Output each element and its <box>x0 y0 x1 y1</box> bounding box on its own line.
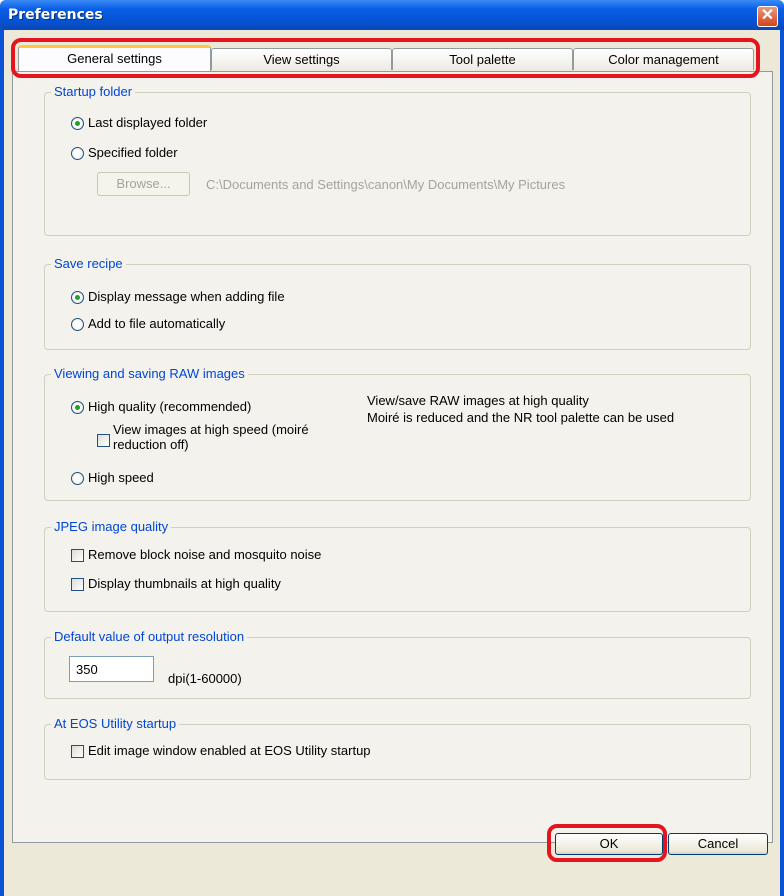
preferences-window: Preferences ✕ General settings View sett… <box>0 0 784 896</box>
jpeg-quality-group: JPEG image quality Remove block noise an… <box>44 519 751 612</box>
radio-selected-dot <box>75 121 80 126</box>
radio-high-quality[interactable] <box>71 401 84 414</box>
close-icon: ✕ <box>760 7 775 24</box>
startup-folder-title: Startup folder <box>51 84 136 99</box>
eos-utility-group: At EOS Utility startup Edit image window… <box>44 716 751 780</box>
specified-folder-label[interactable]: Specified folder <box>88 145 178 160</box>
save-recipe-group: Save recipe Display message when adding … <box>44 256 751 350</box>
high-speed-view-label-line2: reduction off) <box>113 437 189 452</box>
general-settings-panel: Startup folder Last displayed folder Spe… <box>12 71 773 843</box>
resolution-input[interactable] <box>69 656 154 682</box>
raw-description-line1: View/save RAW images at high quality <box>367 393 589 408</box>
display-message-label[interactable]: Display message when adding file <box>88 289 285 304</box>
remove-noise-label[interactable]: Remove block noise and mosquito noise <box>88 547 321 562</box>
window-title: Preferences <box>8 7 103 23</box>
specified-folder-path: C:\Documents and Settings\canon\My Docum… <box>206 177 566 192</box>
radio-specified-folder[interactable] <box>71 147 84 160</box>
startup-folder-group: Startup folder Last displayed folder Spe… <box>44 84 751 236</box>
raw-description-line2: Moiré is reduced and the NR tool palette… <box>367 410 675 425</box>
raw-images-title: Viewing and saving RAW images <box>51 366 248 381</box>
cancel-button[interactable]: Cancel <box>668 833 768 855</box>
high-quality-label[interactable]: High quality (recommended) <box>88 399 251 414</box>
eos-utility-title: At EOS Utility startup <box>51 716 180 731</box>
close-button[interactable]: ✕ <box>757 6 778 27</box>
radio-add-automatically[interactable] <box>71 318 84 331</box>
high-speed-view-label-line1: View images at high speed (moiré <box>113 422 309 437</box>
high-speed-label[interactable]: High speed <box>88 470 154 485</box>
radio-high-speed[interactable] <box>71 472 84 485</box>
radio-display-message[interactable] <box>71 291 84 304</box>
output-resolution-title: Default value of output resolution <box>51 629 248 644</box>
checkbox-high-speed-view[interactable] <box>97 434 110 447</box>
jpeg-quality-title: JPEG image quality <box>51 519 172 534</box>
radio-selected-dot <box>75 295 80 300</box>
checkbox-edit-image-window[interactable] <box>71 745 84 758</box>
high-speed-view-label[interactable]: View images at high speed (moiré reducti… <box>113 422 309 452</box>
save-recipe-title: Save recipe <box>51 256 126 271</box>
edit-image-window-label[interactable]: Edit image window enabled at EOS Utility… <box>88 743 371 758</box>
resolution-unit-label: dpi(1-60000) <box>168 671 242 686</box>
title-bar[interactable]: Preferences ✕ <box>0 0 784 30</box>
tab-bar-highlight <box>11 38 760 78</box>
radio-last-displayed-folder[interactable] <box>71 117 84 130</box>
browse-button[interactable]: Browse... <box>97 172 190 196</box>
high-quality-thumbnails-label[interactable]: Display thumbnails at high quality <box>88 576 281 591</box>
ok-button-highlight <box>547 824 667 862</box>
last-displayed-folder-label[interactable]: Last displayed folder <box>88 115 207 130</box>
add-automatically-label[interactable]: Add to file automatically <box>88 316 225 331</box>
checkbox-remove-noise[interactable] <box>71 549 84 562</box>
radio-selected-dot <box>75 405 80 410</box>
output-resolution-group: Default value of output resolution dpi(1… <box>44 629 751 699</box>
raw-images-group: Viewing and saving RAW images High quali… <box>44 366 751 501</box>
checkbox-high-quality-thumbnails[interactable] <box>71 578 84 591</box>
dialog-body: General settings View settings Tool pale… <box>4 30 780 896</box>
